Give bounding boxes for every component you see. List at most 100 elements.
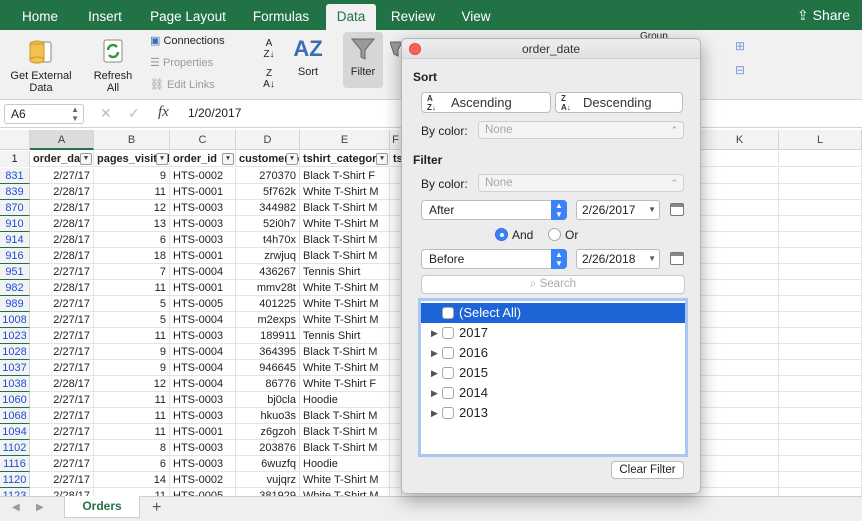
- table-cell[interactable]: [779, 392, 862, 408]
- edit-links-button[interactable]: ⛓ Edit Links: [150, 76, 215, 94]
- confirm-icon[interactable]: ✓: [128, 105, 140, 122]
- table-cell[interactable]: 2/27/17: [30, 296, 94, 312]
- hide-detail-button[interactable]: ⊟: [733, 64, 747, 77]
- table-cell[interactable]: [779, 312, 862, 328]
- row-header[interactable]: 1068: [0, 408, 30, 424]
- checkbox[interactable]: [442, 387, 454, 399]
- tab-view[interactable]: View: [450, 4, 502, 30]
- table-cell[interactable]: HTS-0002: [170, 168, 236, 184]
- checkbox[interactable]: [442, 307, 454, 319]
- list-item-2016[interactable]: ▶ 2016: [421, 343, 685, 363]
- table-cell[interactable]: 14: [94, 472, 170, 488]
- row-header[interactable]: 1037: [0, 360, 30, 376]
- table-cell[interactable]: [701, 248, 779, 264]
- table-cell[interactable]: [779, 344, 862, 360]
- table-cell[interactable]: 2/28/17: [30, 248, 94, 264]
- table-cell[interactable]: Tennis Shirt: [300, 264, 390, 280]
- list-item-2017[interactable]: ▶ 2017: [421, 323, 685, 343]
- table-cell[interactable]: [701, 200, 779, 216]
- table-cell[interactable]: Black T-Shirt F: [300, 168, 390, 184]
- table-cell[interactable]: 2/27/17: [30, 424, 94, 440]
- table-cell[interactable]: [779, 200, 862, 216]
- table-cell[interactable]: 52i0h7: [236, 216, 300, 232]
- table-cell[interactable]: 11: [94, 280, 170, 296]
- prev-sheet-icon[interactable]: ◀: [12, 502, 20, 513]
- filter-values-list[interactable]: (Select All) ▶ 2017 ▶ 2016 ▶ 2015 ▶ 2014…: [420, 300, 686, 455]
- header-cell[interactable]: order_date ▼: [30, 151, 94, 167]
- table-cell[interactable]: HTS-0001: [170, 424, 236, 440]
- tab-insert[interactable]: Insert: [76, 4, 134, 30]
- row-header[interactable]: 914: [0, 232, 30, 248]
- formula-content[interactable]: 1/20/2017: [188, 106, 241, 120]
- table-cell[interactable]: [701, 360, 779, 376]
- table-cell[interactable]: 12: [94, 376, 170, 392]
- table-cell[interactable]: bj0cla: [236, 392, 300, 408]
- table-cell[interactable]: Tennis Shirt: [300, 328, 390, 344]
- table-cell[interactable]: White T-Shirt M: [300, 360, 390, 376]
- col-header-l[interactable]: L: [779, 130, 862, 150]
- table-cell[interactable]: 381929: [236, 488, 300, 496]
- expand-triangle-icon[interactable]: ▶: [431, 323, 438, 343]
- select-all-corner[interactable]: [0, 130, 30, 150]
- row-header[interactable]: 1116: [0, 456, 30, 472]
- table-cell[interactable]: [779, 296, 862, 312]
- table-cell[interactable]: 2/28/17: [30, 216, 94, 232]
- table-cell[interactable]: [701, 440, 779, 456]
- table-cell[interactable]: [701, 456, 779, 472]
- tab-home[interactable]: Home: [10, 4, 70, 30]
- table-cell[interactable]: [779, 280, 862, 296]
- table-cell[interactable]: HTS-0004: [170, 344, 236, 360]
- col-header-c[interactable]: C: [170, 130, 236, 150]
- table-cell[interactable]: 2/27/17: [30, 408, 94, 424]
- table-cell[interactable]: [701, 392, 779, 408]
- properties-button[interactable]: ☰ Properties: [150, 54, 213, 72]
- table-cell[interactable]: 436267: [236, 264, 300, 280]
- sort-az-button[interactable]: A Z↓: [256, 38, 282, 64]
- row-header[interactable]: 831: [0, 168, 30, 184]
- table-cell[interactable]: [701, 151, 779, 167]
- sort-descending-button[interactable]: Z A↓ Descending: [555, 92, 683, 113]
- col-header-e[interactable]: E: [300, 130, 390, 150]
- table-cell[interactable]: [701, 488, 779, 496]
- table-cell[interactable]: [701, 312, 779, 328]
- table-cell[interactable]: [779, 264, 862, 280]
- table-cell[interactable]: [779, 248, 862, 264]
- table-cell[interactable]: vujqrz: [236, 472, 300, 488]
- table-cell[interactable]: 11: [94, 408, 170, 424]
- row-header[interactable]: 1023: [0, 328, 30, 344]
- table-cell[interactable]: Black T-Shirt M: [300, 424, 390, 440]
- sort-ascending-button[interactable]: A Z↓ Ascending: [421, 92, 551, 113]
- table-cell[interactable]: 2/28/17: [30, 488, 94, 496]
- row-header[interactable]: 982: [0, 280, 30, 296]
- or-radio[interactable]: [548, 228, 561, 241]
- table-cell[interactable]: 2/28/17: [30, 376, 94, 392]
- table-cell[interactable]: 2/27/17: [30, 360, 94, 376]
- table-cell[interactable]: 2/27/17: [30, 440, 94, 456]
- table-cell[interactable]: White T-Shirt M: [300, 280, 390, 296]
- table-cell[interactable]: 2/27/17: [30, 328, 94, 344]
- row-header[interactable]: 1123: [0, 488, 30, 496]
- checkbox[interactable]: [442, 327, 454, 339]
- filter-dropdown-icon[interactable]: ▼: [80, 153, 92, 165]
- row-header[interactable]: 951: [0, 264, 30, 280]
- sort-by-color-select[interactable]: None ⌃: [478, 121, 684, 139]
- table-cell[interactable]: 2/28/17: [30, 200, 94, 216]
- table-cell[interactable]: White T-Shirt M: [300, 472, 390, 488]
- table-cell[interactable]: [701, 376, 779, 392]
- table-cell[interactable]: 401225: [236, 296, 300, 312]
- table-cell[interactable]: Black T-Shirt M: [300, 408, 390, 424]
- sort-za-button[interactable]: Z A↓: [256, 68, 282, 94]
- table-cell[interactable]: Black T-Shirt M: [300, 440, 390, 456]
- table-cell[interactable]: 2/27/17: [30, 168, 94, 184]
- table-cell[interactable]: White T-Shirt M: [300, 216, 390, 232]
- table-cell[interactable]: [701, 280, 779, 296]
- table-cell[interactable]: HTS-0003: [170, 440, 236, 456]
- row-header[interactable]: 839: [0, 184, 30, 200]
- filter-by-color-select[interactable]: None ⌃: [478, 174, 684, 192]
- checkbox[interactable]: [442, 367, 454, 379]
- list-item-select-all[interactable]: (Select All): [421, 303, 685, 323]
- checkbox[interactable]: [442, 347, 454, 359]
- table-cell[interactable]: [779, 184, 862, 200]
- row-header[interactable]: 1102: [0, 440, 30, 456]
- table-cell[interactable]: HTS-0003: [170, 392, 236, 408]
